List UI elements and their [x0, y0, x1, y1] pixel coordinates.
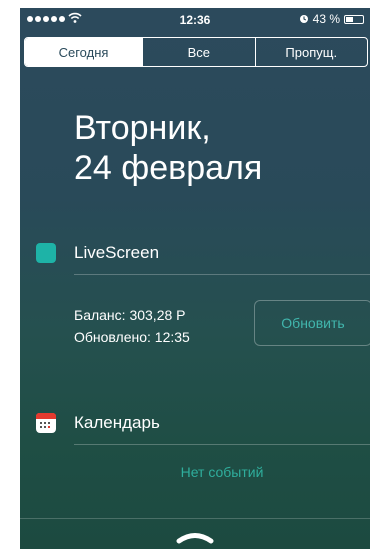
battery-percent: 43 %	[312, 12, 340, 26]
chevron-handle-icon[interactable]	[175, 530, 215, 544]
tab-all[interactable]: Все	[143, 38, 256, 66]
date-heading: Вторник, 24 февраля	[74, 108, 262, 188]
view-tabs: Сегодня Все Пропущ.	[24, 37, 368, 67]
bottom-divider	[20, 518, 370, 519]
livescreen-divider	[74, 274, 370, 275]
status-right: 43 %	[299, 12, 364, 26]
tab-today[interactable]: Сегодня	[25, 38, 144, 66]
no-events-text: Нет событий	[180, 464, 264, 480]
battery-icon	[344, 14, 364, 24]
calendar-icon	[36, 413, 56, 433]
calendar-title: Календарь	[74, 413, 160, 432]
balance-text: Баланс: 303,28 Р	[74, 307, 186, 323]
tab-missed[interactable]: Пропущ.	[256, 38, 367, 66]
livescreen-title: LiveScreen	[74, 243, 160, 262]
calendar-divider	[74, 444, 370, 445]
livescreen-info: Баланс: 303,28 Р Обновлено: 12:35	[74, 304, 190, 348]
livescreen-app-icon	[36, 243, 56, 263]
alarm-icon	[299, 15, 308, 23]
livescreen-header[interactable]: LiveScreen	[36, 243, 159, 263]
calendar-header[interactable]: Календарь	[36, 413, 160, 433]
notification-center: 12:36 43 % Сегодня Все Пропущ. Вторник, …	[20, 8, 370, 549]
updated-text: Обновлено: 12:35	[74, 329, 190, 345]
status-bar: 12:36 43 %	[20, 8, 370, 32]
date-weekday: Вторник,	[74, 109, 211, 147]
date-day-month: 24 февраля	[74, 149, 263, 187]
refresh-button[interactable]: Обновить	[254, 300, 370, 346]
